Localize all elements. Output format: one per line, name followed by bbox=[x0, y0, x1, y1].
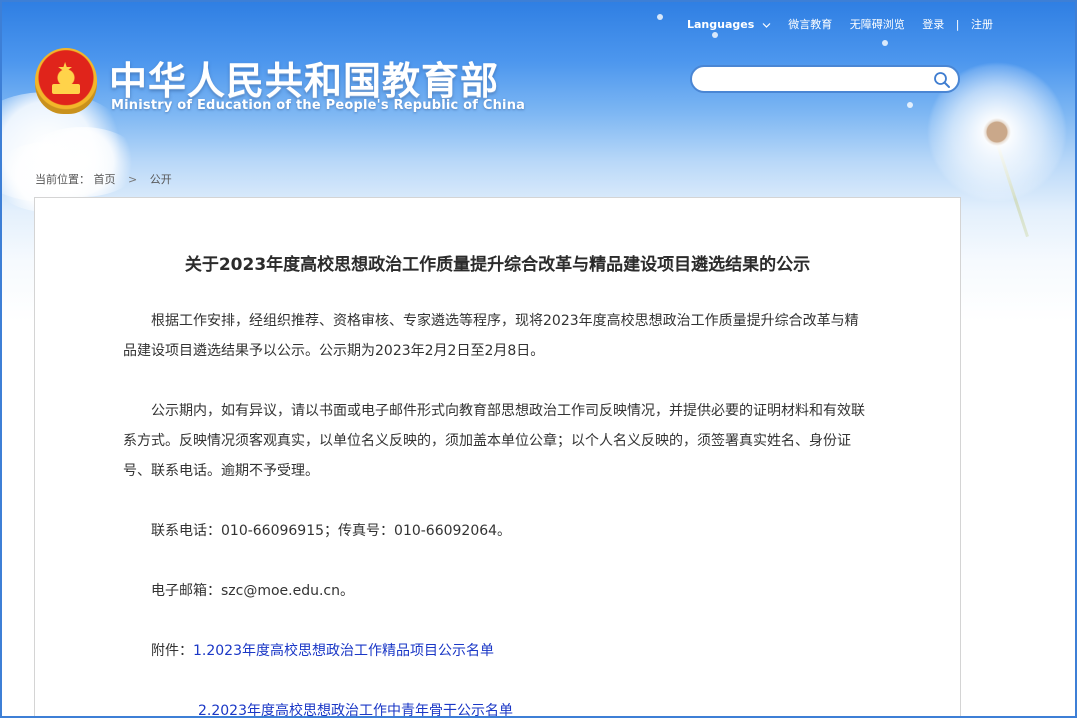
search-icon[interactable] bbox=[933, 71, 951, 89]
star-icon: ★ bbox=[57, 59, 74, 80]
gate-icon bbox=[52, 84, 80, 94]
breadcrumb-home-link[interactable]: 首页 bbox=[94, 171, 116, 187]
contact-phone-fax: 联系电话：010-66096915；传真号：010-66092064。 bbox=[151, 523, 512, 539]
breadcrumb-prefix: 当前位置： bbox=[35, 173, 90, 186]
register-link[interactable]: 注册 bbox=[971, 16, 993, 32]
seed-decoration bbox=[657, 14, 663, 20]
site-title-cn[interactable]: 中华人民共和国教育部 bbox=[109, 50, 499, 105]
national-emblem-icon[interactable]: ★ bbox=[35, 48, 97, 114]
article-content: 根据工作安排，经组织推荐、资格审核、专家遴选等程序，现将2023年度高校思想政治… bbox=[123, 306, 868, 716]
chevron-down-icon[interactable] bbox=[762, 20, 771, 29]
breadcrumb: 当前位置： 首页 > 公开 bbox=[35, 171, 172, 187]
search-box bbox=[690, 65, 960, 93]
search-input[interactable] bbox=[704, 67, 938, 93]
breadcrumb-arrow-icon: > bbox=[128, 172, 138, 186]
article-paragraph: 公示期内，如有异议，请以书面或电子邮件形式向教育部思想政治工作司反映情况，并提供… bbox=[123, 403, 865, 479]
seed-decoration bbox=[882, 40, 888, 46]
site-title-en[interactable]: Ministry of Education of the People's Re… bbox=[111, 98, 525, 113]
attachment-link-2[interactable]: 2.2023年度高校思想政治工作中青年骨干公示名单 bbox=[198, 703, 513, 716]
article-paragraph: 根据工作安排，经组织推荐、资格审核、专家遴选等程序，现将2023年度高校思想政治… bbox=[123, 313, 859, 359]
seed-decoration bbox=[712, 32, 718, 38]
accessibility-link[interactable]: 无障碍浏览 bbox=[850, 16, 905, 32]
attachment-link-1[interactable]: 1.2023年度高校思想政治工作精品项目公示名单 bbox=[193, 643, 494, 659]
languages-menu[interactable]: Languages bbox=[687, 18, 754, 31]
attachments-label: 附件： bbox=[151, 643, 193, 659]
top-navigation: Languages 微言教育 无障碍浏览 登录 | 注册 bbox=[687, 16, 993, 32]
weiyan-link[interactable]: 微言教育 bbox=[788, 16, 832, 32]
article-title: 关于2023年度高校思想政治工作质量提升综合改革与精品建设项目遴选结果的公示 bbox=[184, 255, 811, 275]
nav-separator: | bbox=[955, 17, 960, 31]
contact-email: 电子邮箱：szc@moe.edu.cn。 bbox=[151, 583, 354, 599]
breadcrumb-public-link[interactable]: 公开 bbox=[150, 171, 172, 187]
login-link[interactable]: 登录 bbox=[922, 16, 944, 32]
seed-decoration bbox=[907, 102, 913, 108]
article-panel: 关于2023年度高校思想政治工作质量提升综合改革与精品建设项目遴选结果的公示 根… bbox=[34, 197, 961, 716]
attachments-row: 2.2023年度高校思想政治工作中青年骨干公示名单 bbox=[123, 696, 868, 716]
page-frame: ★ 中华人民共和国教育部 Ministry of Education of th… bbox=[0, 0, 1077, 718]
attachments-row: 附件：1.2023年度高校思想政治工作精品项目公示名单 bbox=[123, 636, 868, 666]
